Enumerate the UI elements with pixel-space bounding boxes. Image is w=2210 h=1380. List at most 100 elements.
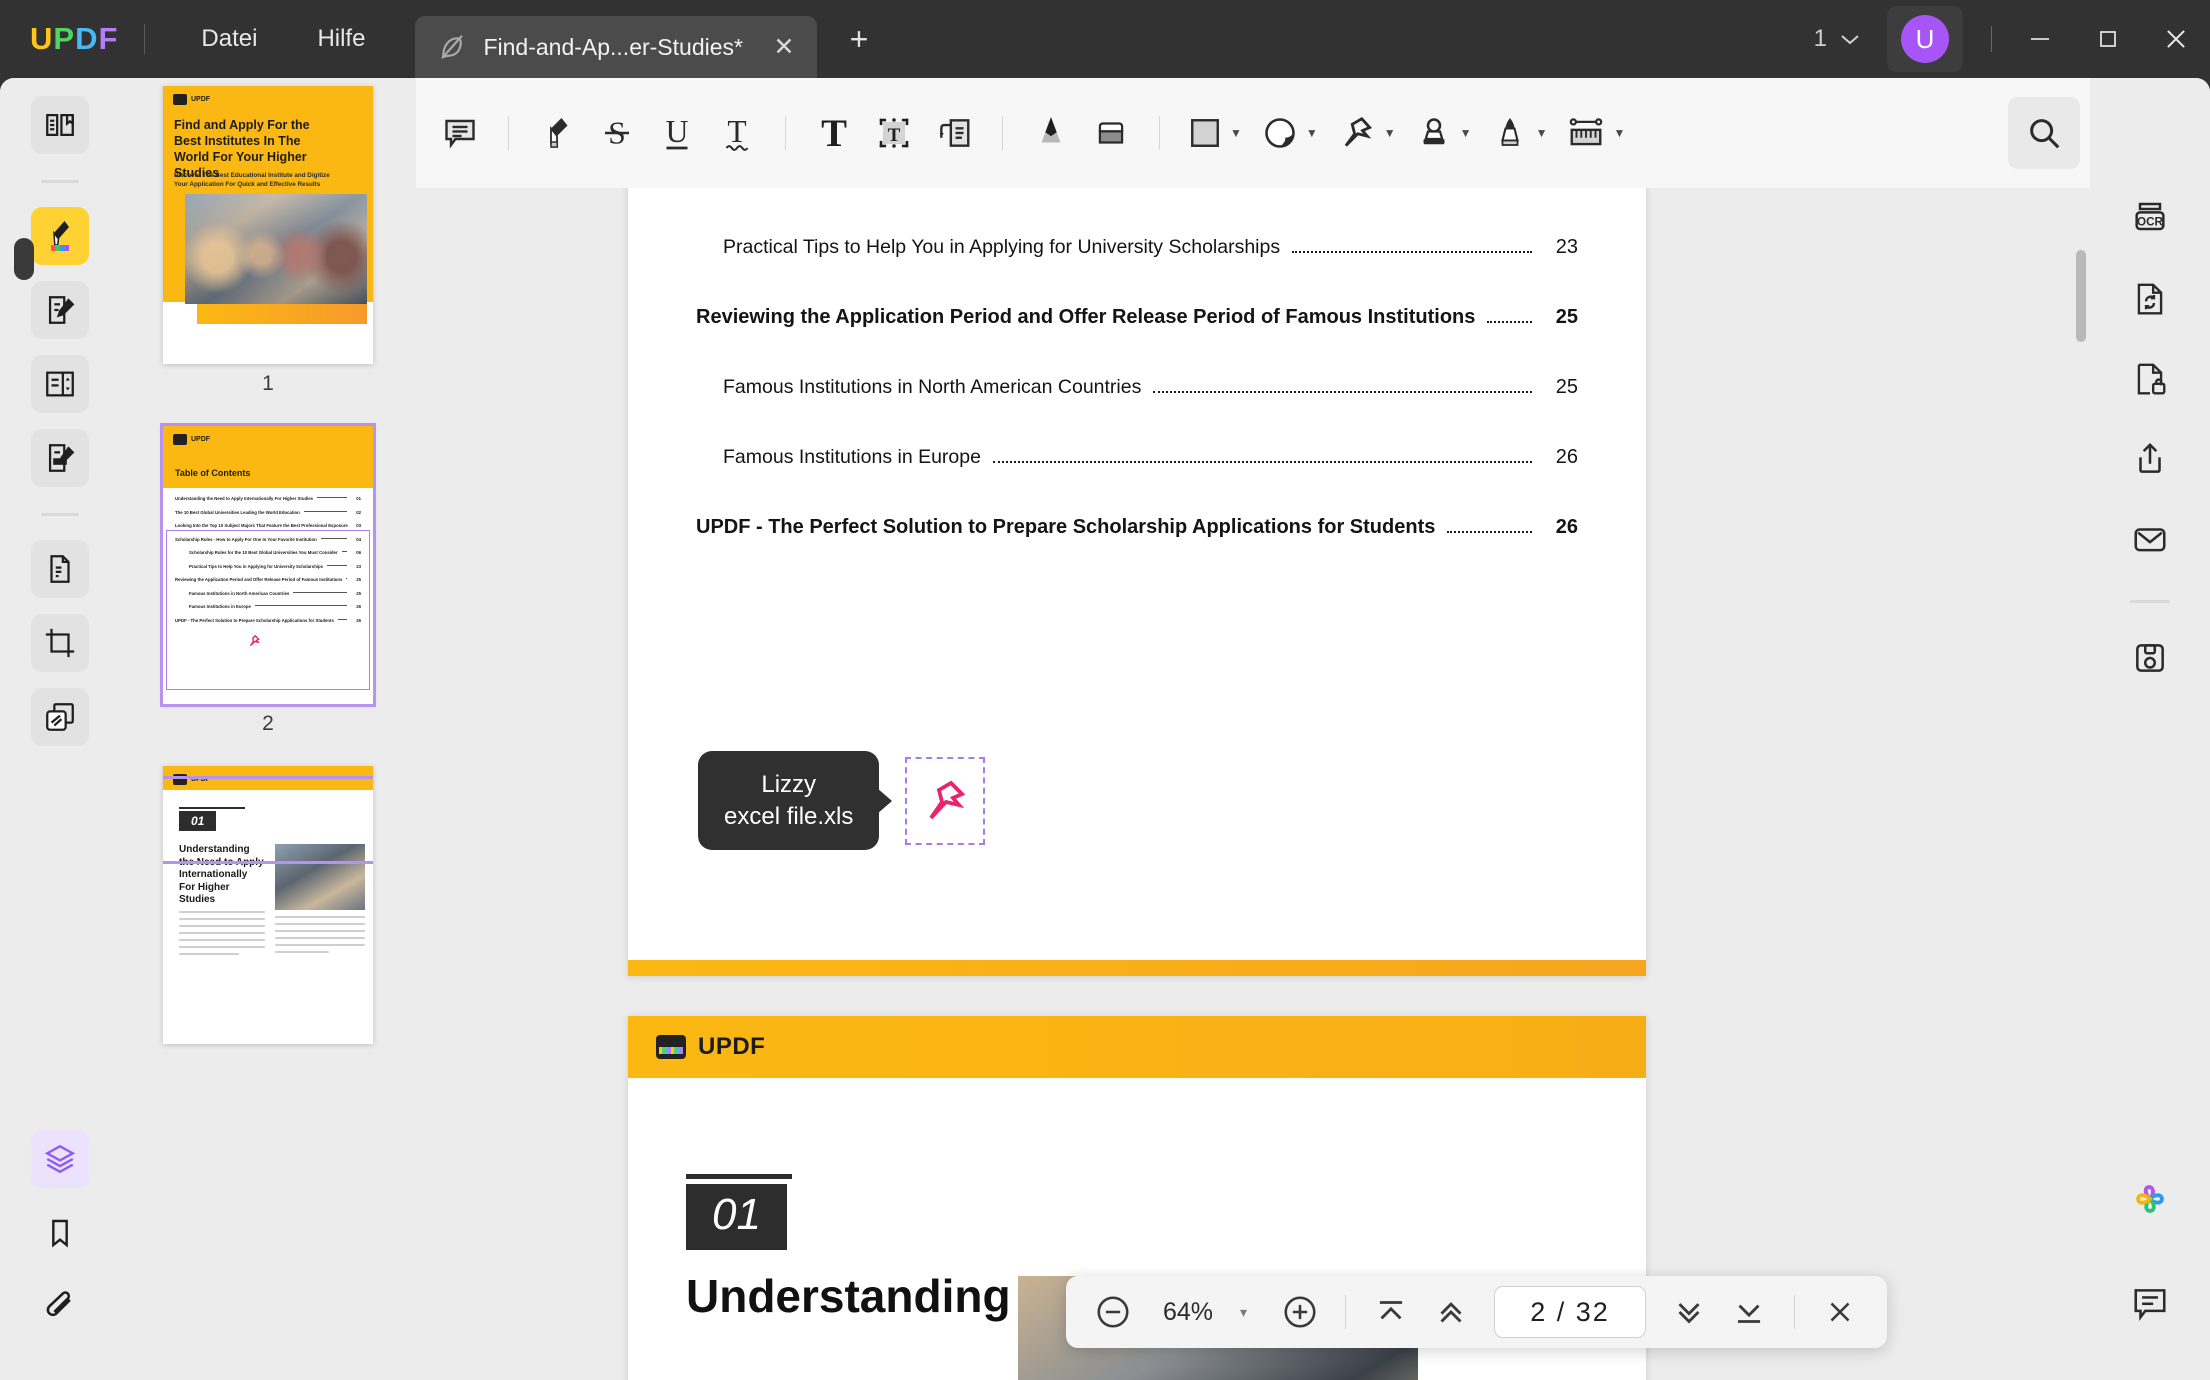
chevron-up-icon <box>1440 1302 1462 1323</box>
tool-measure[interactable]: ▼ <box>1557 103 1635 163</box>
thumbnail-number-1: 1 <box>262 372 274 395</box>
chevron-down-icon[interactable]: ▼ <box>1536 126 1548 140</box>
toc-row[interactable]: Practical Tips to Help You in Applying f… <box>696 236 1578 306</box>
sidebar-collapse-handle[interactable] <box>14 238 34 280</box>
chevron-down-icon[interactable]: ▼ <box>1613 126 1625 140</box>
tool-underline[interactable]: U <box>647 103 707 163</box>
rail-divider <box>41 180 79 183</box>
sidebar-item-reader[interactable] <box>31 96 89 154</box>
close-button[interactable] <box>2142 0 2210 78</box>
tool-eraser[interactable] <box>1081 103 1141 163</box>
tab-close-icon[interactable]: ✕ <box>769 32 799 62</box>
toc-row[interactable]: Famous Institutions in Europe 26 <box>696 446 1578 516</box>
last-page-button[interactable] <box>1722 1285 1776 1339</box>
account-button[interactable]: U <box>1887 6 1963 72</box>
right-tool-protect[interactable] <box>2121 350 2179 408</box>
vertical-scrollbar[interactable] <box>2076 204 2086 1370</box>
thumbnail-page-1[interactable]: UPDF Find and Apply For the Best Institu… <box>163 86 373 364</box>
tool-shapes[interactable]: ▼ <box>1178 103 1252 163</box>
sidebar-item-bookmarks[interactable] <box>31 1204 89 1262</box>
tool-stickynote-pin[interactable]: ▼ <box>1328 103 1406 163</box>
toc-row[interactable]: UPDF - The Perfect Solution to Prepare S… <box>696 516 1578 586</box>
first-page-button[interactable] <box>1364 1285 1418 1339</box>
tab-title: Find-and-Ap...er-Studies* <box>483 33 743 60</box>
tool-text-box[interactable]: T <box>864 103 924 163</box>
chevron-down-icon[interactable]: ▼ <box>1230 126 1242 140</box>
tool-sticky-note[interactable] <box>430 103 490 163</box>
tool-highlight[interactable] <box>527 103 587 163</box>
right-rail-divider <box>2130 600 2170 603</box>
annotation-selection-box[interactable] <box>905 756 986 845</box>
tool-text-add[interactable]: T <box>804 103 864 163</box>
svg-text:OCR: OCR <box>2137 216 2163 229</box>
tool-signature[interactable]: ▼ <box>1482 103 1558 163</box>
right-tool-share[interactable] <box>2121 430 2179 488</box>
annotation-toolbar: S U T T T ▼ ▼ ▼ ▼ ▼ ▼ <box>416 78 2090 188</box>
sidebar-item-form[interactable] <box>31 429 89 487</box>
title-divider <box>144 24 146 54</box>
zoom-out-button[interactable] <box>1086 1285 1140 1339</box>
jump-to-bottom-icon <box>1737 1304 1761 1323</box>
search-button[interactable] <box>2008 97 2080 169</box>
minimize-button[interactable] <box>2006 0 2074 78</box>
right-tool-email[interactable] <box>2121 510 2179 568</box>
sidebar-item-crop[interactable] <box>31 614 89 672</box>
next-page-button[interactable] <box>1662 1285 1716 1339</box>
sidebar-item-layers[interactable] <box>31 1130 89 1188</box>
bookmark-icon <box>52 1219 68 1248</box>
maximize-button[interactable] <box>2074 0 2142 78</box>
document-viewport[interactable]: Scholarship Rules for the 10 Best Global… <box>416 188 2090 1380</box>
toc-row[interactable]: Famous Institutions in North American Co… <box>696 376 1578 446</box>
menu-datei[interactable]: Datei <box>171 0 287 78</box>
thumbnail-number-2: 2 <box>262 712 274 735</box>
tool-stamp[interactable]: ▼ <box>1406 103 1482 163</box>
previous-page-button[interactable] <box>1424 1285 1478 1339</box>
right-tool-save[interactable] <box>2121 629 2179 687</box>
annotation-group[interactable]: Lizzy excel file.xls <box>698 751 986 851</box>
scrollbar-thumb[interactable] <box>2076 250 2086 342</box>
close-pagebar-button[interactable] <box>1813 1285 1867 1339</box>
thumbnail-page-3[interactable]: UPDF 01 Understanding the Need to Apply … <box>163 766 373 1044</box>
tool-pencil[interactable] <box>1021 103 1081 163</box>
page-number-input[interactable]: 2 / 32 <box>1494 1286 1647 1338</box>
logo-letter-p: P <box>53 21 76 56</box>
file-refresh-icon <box>2137 283 2163 315</box>
right-tool-comments[interactable] <box>2121 1274 2179 1332</box>
zoom-dropdown-caret[interactable]: ▾ <box>1236 1304 1267 1321</box>
right-tool-ai[interactable] <box>2121 1170 2179 1228</box>
tool-callout[interactable] <box>924 103 984 163</box>
sidebar-item-edit-pdf[interactable] <box>31 281 89 339</box>
right-tool-ocr[interactable]: OCR <box>2121 190 2179 248</box>
sidebar-item-page-organize[interactable] <box>31 355 89 413</box>
sidebar-item-convert[interactable] <box>31 540 89 598</box>
zoom-level-value[interactable]: 64% <box>1146 1298 1230 1327</box>
sidebar-item-attachments[interactable] <box>31 1278 89 1336</box>
thumb2-title: Table of Contents <box>175 468 251 478</box>
toc-row[interactable]: Reviewing the Application Period and Off… <box>696 306 1578 376</box>
page-navigation-toolbar[interactable]: 64% ▾ 2 / 32 <box>1066 1276 1888 1348</box>
sidebar-item-compare[interactable] <box>31 688 89 746</box>
window-count-selector[interactable]: 1 <box>1814 25 1861 53</box>
fountain-pen-icon <box>1500 118 1519 146</box>
document-tab[interactable]: Find-and-Ap...er-Studies* ✕ <box>415 16 817 78</box>
toc-row[interactable]: Scholarship Rules for the 10 Best Global… <box>696 188 1578 236</box>
tool-strikethrough[interactable]: S <box>587 103 647 163</box>
thumb1-logo: UPDF <box>173 94 210 105</box>
new-tab-button[interactable]: + <box>839 0 879 78</box>
annotation-author: Lizzy <box>761 771 817 798</box>
chevron-down-icon <box>1841 35 1859 45</box>
chevron-down-icon[interactable]: ▼ <box>1384 126 1396 140</box>
sidebar-item-annotate[interactable] <box>31 207 89 265</box>
thumbnail-page-2[interactable]: UPDF Table of Contents Understanding the… <box>160 423 376 707</box>
chevron-down-icon[interactable]: ▼ <box>1460 126 1472 140</box>
menu-hilfe[interactable]: Hilfe <box>287 0 395 78</box>
right-tool-convert[interactable] <box>2121 270 2179 328</box>
thumbnail-panel[interactable]: UPDF Find and Apply For the Best Institu… <box>120 78 416 1380</box>
pdf-page-2[interactable]: Scholarship Rules for the 10 Best Global… <box>628 188 1646 976</box>
logo-letter-f: F <box>98 21 119 56</box>
tool-squiggly[interactable]: T <box>707 103 767 163</box>
chevron-down-icon[interactable]: ▼ <box>1306 126 1318 140</box>
pin-sparkle-icon <box>1344 116 1372 147</box>
tool-sticker[interactable]: ▼ <box>1252 103 1328 163</box>
zoom-in-button[interactable] <box>1273 1285 1327 1339</box>
